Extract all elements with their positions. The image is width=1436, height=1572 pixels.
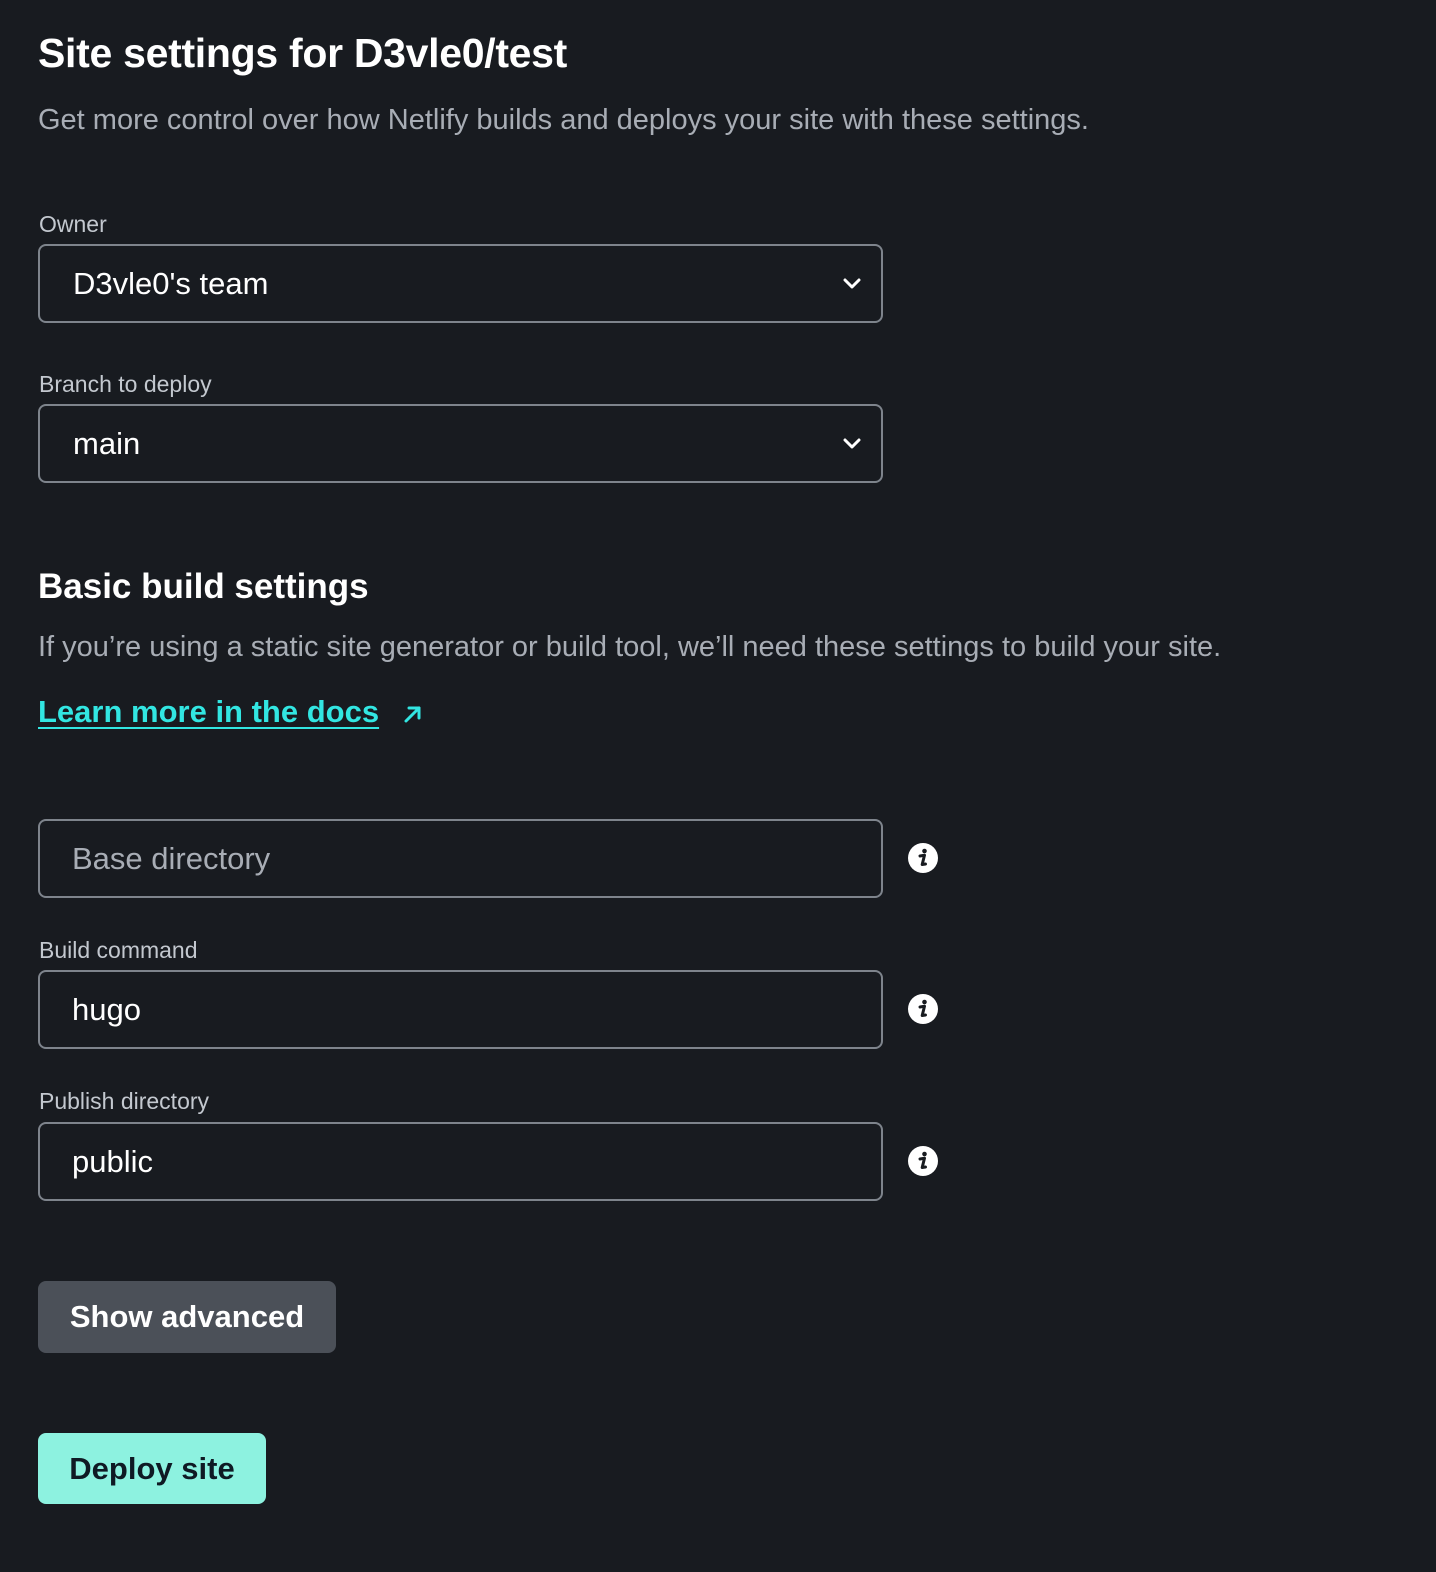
page-title: Site settings for D3vle0/test xyxy=(38,30,568,76)
owner-select-value: D3vle0's team xyxy=(73,266,269,301)
section-description: If you’re using a static site generator … xyxy=(38,631,1222,663)
base-directory-field xyxy=(38,819,883,898)
branch-label: Branch to deploy xyxy=(39,371,212,397)
publish-directory-field xyxy=(38,1122,883,1201)
show-advanced-button[interactable]: Show advanced xyxy=(38,1281,336,1353)
publish-directory-label: Publish directory xyxy=(39,1088,210,1114)
info-icon[interactable] xyxy=(907,993,939,1025)
build-command-label: Build command xyxy=(39,937,198,963)
page-subtitle: Get more control over how Netlify builds… xyxy=(38,104,1089,136)
base-directory-input[interactable] xyxy=(42,823,848,894)
external-link-icon xyxy=(404,706,421,723)
chevron-down-icon xyxy=(843,278,861,289)
branch-select-value: main xyxy=(73,426,141,461)
docs-link[interactable]: Learn more in the docs xyxy=(38,694,379,730)
branch-select[interactable]: main xyxy=(38,404,883,483)
build-command-field xyxy=(38,970,883,1049)
section-title: Basic build settings xyxy=(38,567,369,606)
info-icon[interactable] xyxy=(907,1145,939,1177)
deploy-site-button[interactable]: Deploy site xyxy=(38,1433,266,1504)
owner-label: Owner xyxy=(39,211,107,237)
owner-select[interactable]: D3vle0's team xyxy=(38,244,883,323)
chevron-down-icon xyxy=(843,438,861,449)
info-icon[interactable] xyxy=(907,842,939,874)
publish-directory-input[interactable] xyxy=(42,1126,848,1197)
build-command-input[interactable] xyxy=(42,974,848,1045)
